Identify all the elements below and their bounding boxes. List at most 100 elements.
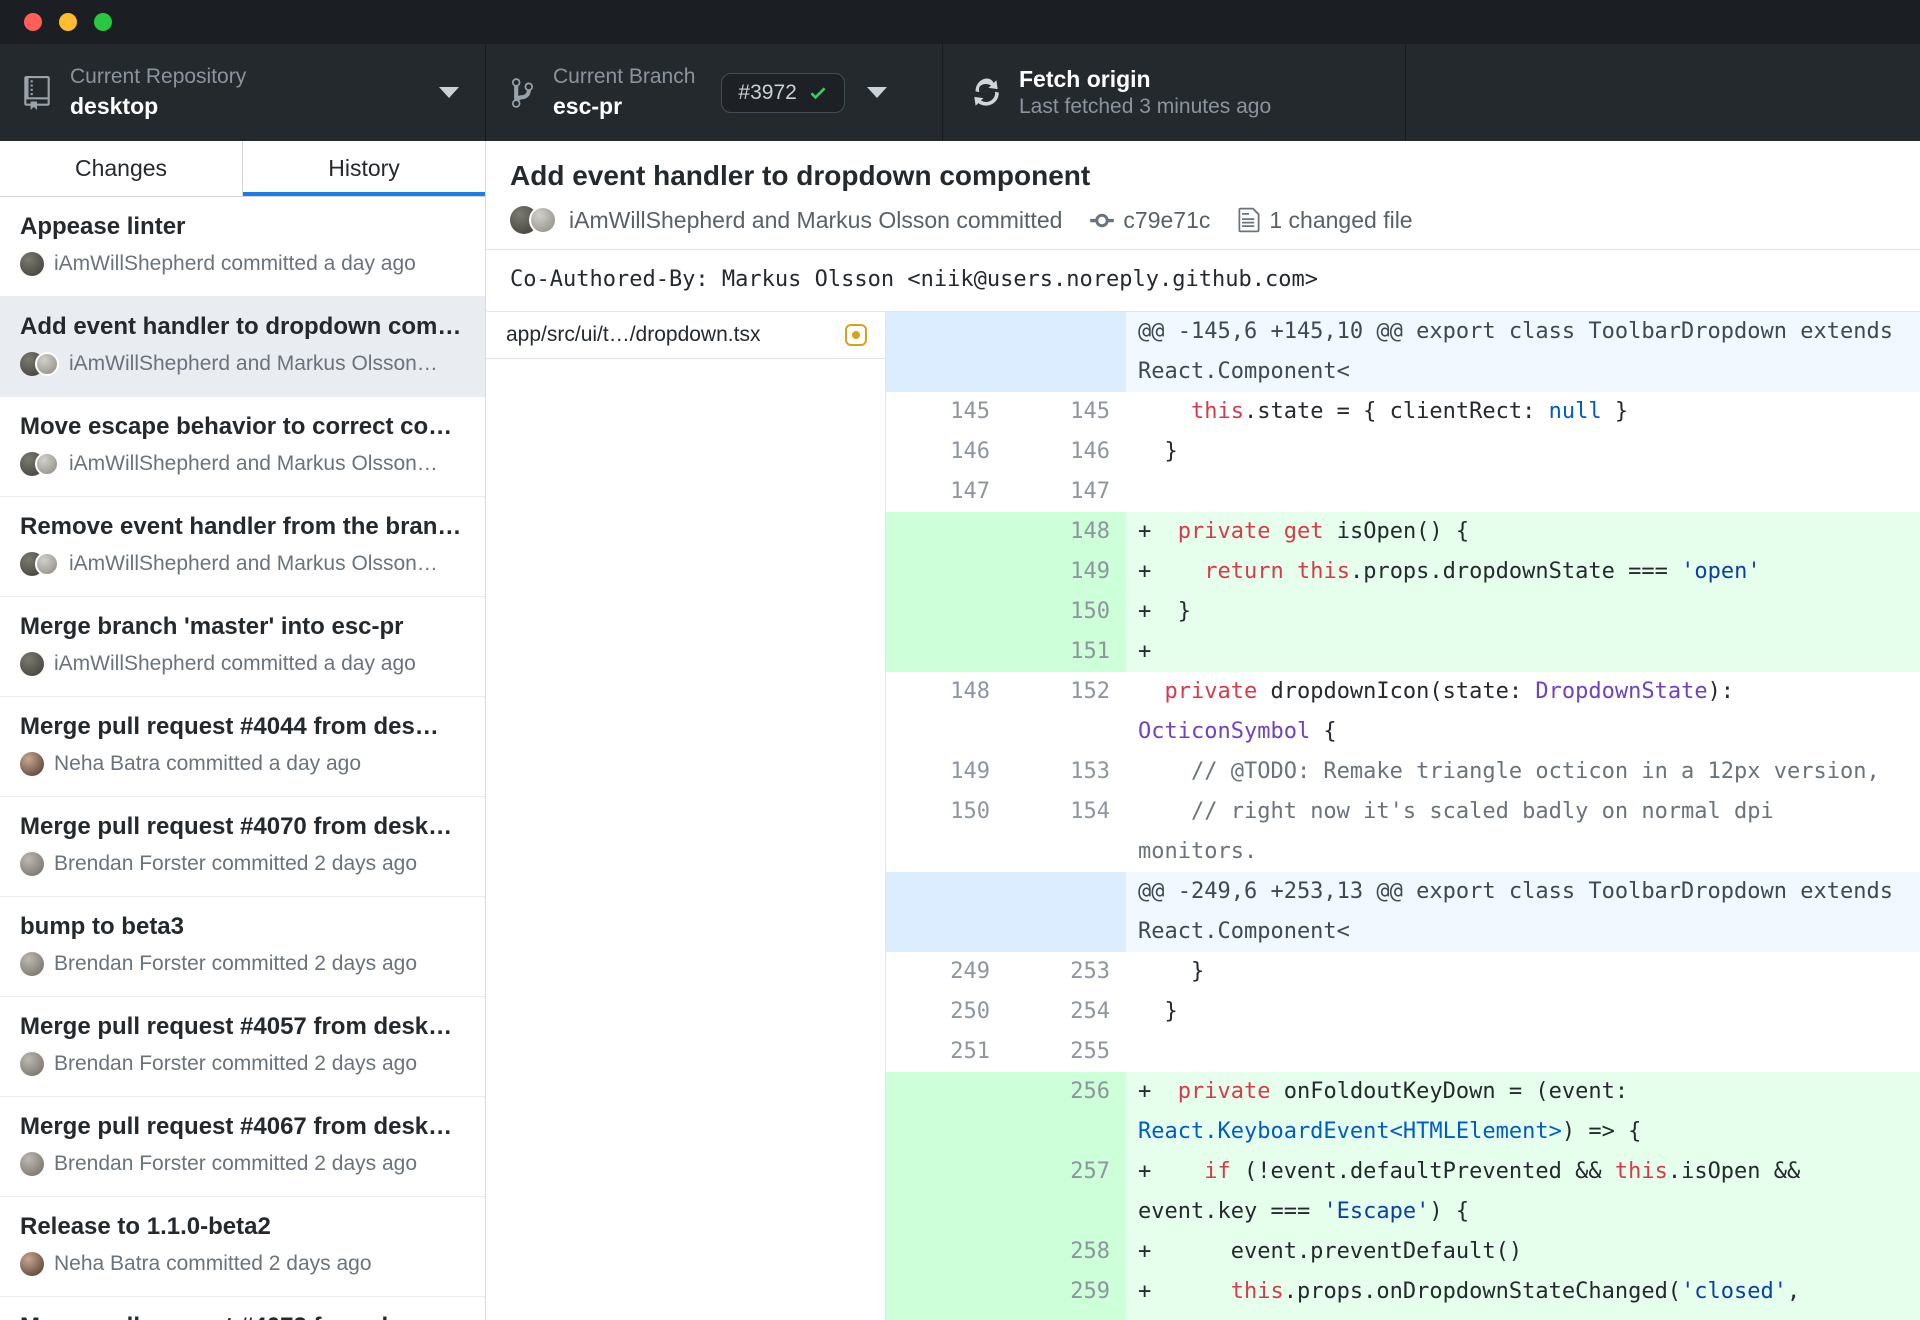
commit-item-meta-text: Neha Batra committed a day ago	[54, 752, 362, 775]
commit-item-meta: iAmWillShepherd committed a day ago	[20, 652, 465, 676]
diff-line-row: 256 + private onFoldoutKeyDown = (event: …	[886, 1072, 1920, 1152]
avatar	[35, 452, 59, 476]
diff-code-line: + return this.props.dropdownState === 'o…	[1138, 559, 1761, 584]
tab-changes[interactable]: Changes	[0, 141, 243, 196]
new-line-number: 154	[1070, 799, 1110, 824]
new-line-number: 259	[1006, 1272, 1126, 1320]
fetch-subtitle: Last fetched 3 minutes ago	[1019, 95, 1272, 118]
avatar	[20, 1152, 44, 1176]
commit-item-meta: Brendan Forster committed 2 days ago	[20, 852, 465, 876]
commit-list-item[interactable]: Release to 1.1.0-beta2 Neha Batra commit…	[0, 1197, 485, 1297]
new-line-number	[1006, 312, 1126, 392]
diff-code-line: // right now it's scaled badly on normal…	[1138, 799, 1788, 864]
commit-list-item[interactable]: Appease linter iAmWillShepherd committed…	[0, 197, 485, 297]
commit-item-title: bump to beta3	[20, 913, 185, 940]
old-line-number: 150	[950, 799, 990, 824]
commit-list-item[interactable]: Merge pull request #4044 from des… Neha …	[0, 697, 485, 797]
new-line-number: 255	[1070, 1039, 1110, 1064]
commit-item-avatars	[20, 352, 59, 376]
commit-list-item[interactable]: Remove event handler from the bran… iAmW…	[0, 497, 485, 597]
diff-line-row: 257 + if (!event.defaultPrevented && this…	[886, 1152, 1920, 1232]
minimize-button[interactable]	[59, 13, 77, 31]
diff-code-line: + }	[1138, 599, 1191, 624]
commit-item-meta-text: iAmWillShepherd and Markus Olsson…	[69, 452, 438, 475]
zoom-button[interactable]	[94, 13, 112, 31]
commit-item-title: Merge pull request #4067 from desk…	[20, 1113, 453, 1140]
diff-line-row: 151 +	[886, 632, 1920, 672]
old-line-number	[886, 552, 1006, 592]
diff-code-line: this.state = { clientRect: null }	[1190, 399, 1629, 424]
changed-file-icon	[1238, 207, 1260, 233]
old-line-number: 149	[950, 759, 990, 784]
avatar	[20, 852, 44, 876]
git-commit-icon	[1090, 213, 1115, 227]
avatar	[20, 652, 44, 676]
commit-item-meta-text: Brendan Forster committed 2 days ago	[54, 952, 418, 975]
diff-line-row: 149 153 // @TODO: Remake triangle octicon…	[886, 752, 1920, 792]
old-line-number	[886, 312, 1006, 392]
diff-line-row: 149 + return this.props.dropdownState ===…	[886, 552, 1920, 592]
avatar	[20, 752, 44, 776]
old-line-number	[886, 632, 1006, 672]
new-line-number: 151	[1006, 632, 1126, 672]
commit-list-item[interactable]: Move escape behavior to correct co… iAmW…	[0, 397, 485, 497]
diff-line-row: 148 + private get isOpen() {	[886, 512, 1920, 552]
commit-item-title: Merge pull request #4072 from des…	[20, 1313, 465, 1320]
commit-list-item[interactable]: Merge branch 'master' into esc-pr iAmWil…	[0, 597, 485, 697]
commit-item-meta-text: iAmWillShepherd and Markus Olsson…	[69, 552, 438, 575]
commit-item-avatars	[20, 452, 59, 476]
commit-list-item[interactable]: Merge pull request #4067 from desk… Bren…	[0, 1097, 485, 1197]
diff-line-row: 249 253 }	[886, 952, 1920, 992]
chevron-down-icon	[866, 87, 887, 98]
tab-history[interactable]: History	[243, 141, 485, 196]
diff-code-line: }	[1138, 959, 1205, 984]
commit-item-avatars	[20, 752, 44, 776]
repository-dropdown-button[interactable]: Current Repository desktop	[0, 44, 486, 141]
old-line-number	[886, 1232, 1006, 1272]
diff-line-row: 147 147	[886, 472, 1920, 512]
new-line-number: 146	[1070, 439, 1110, 464]
commit-item-meta-text: Neha Batra committed 2 days ago	[54, 1252, 372, 1275]
new-line-number: 254	[1070, 999, 1110, 1024]
toolbar-filler	[1406, 44, 1920, 141]
new-line-number: 257	[1006, 1152, 1126, 1232]
commit-item-avatars	[20, 852, 44, 876]
old-line-number	[886, 592, 1006, 632]
new-line-number: 148	[1006, 512, 1126, 552]
commit-item-meta: Brendan Forster committed 2 days ago	[20, 1052, 465, 1076]
diff-line-row: 148 152 private dropdownIcon(state: Dropd…	[886, 672, 1920, 752]
sync-icon	[973, 76, 999, 110]
commit-list-item[interactable]: bump to beta3 Brendan Forster committed …	[0, 897, 485, 997]
commit-item-avatars	[20, 652, 44, 676]
commit-item-meta-text: Brendan Forster committed 2 days ago	[54, 852, 418, 875]
toolbar: Current Repository desktop Current Branc…	[0, 44, 1920, 141]
changed-files-count: 1 changed file	[1269, 206, 1413, 233]
commit-list-item[interactable]: Add event handler to dropdown com… iAmWi…	[0, 297, 485, 397]
commit-item-meta: Brendan Forster committed 2 days ago	[20, 1152, 465, 1176]
commit-list-item[interactable]: Merge pull request #4070 from desk… Bren…	[0, 797, 485, 897]
commit-item-avatars	[20, 552, 59, 576]
close-button[interactable]	[24, 13, 42, 31]
file-row[interactable]: app/src/ui/t…/dropdown.tsx	[486, 312, 885, 359]
diff-code-line: + private get isOpen() {	[1138, 519, 1470, 544]
old-line-number: 146	[950, 439, 990, 464]
diff-code-line: private dropdownIcon(state: DropdownStat…	[1138, 679, 1748, 744]
diff-code-line: }	[1138, 999, 1178, 1024]
pr-status-badge[interactable]: #3972	[721, 72, 845, 113]
commit-item-title: Merge branch 'master' into esc-pr	[20, 613, 404, 640]
diff-line-row: 251 255	[886, 1032, 1920, 1072]
diff-code-line: + event.preventDefault()	[1138, 1239, 1523, 1264]
commit-list-item[interactable]: Merge pull request #4072 from des…	[0, 1297, 485, 1320]
branch-dropdown-button[interactable]: Current Branch esc-pr #3972	[486, 44, 943, 141]
diff-code-line: +	[1138, 639, 1152, 664]
commit-list-item[interactable]: Merge pull request #4057 from desk… Bren…	[0, 997, 485, 1097]
fetch-origin-button[interactable]: Fetch origin Last fetched 3 minutes ago	[943, 44, 1406, 141]
file-path: app/src/ui/t…/dropdown.tsx	[506, 323, 761, 346]
old-line-number	[886, 1072, 1006, 1152]
diff-hunk-row: @@ -145,6 +145,10 @@ export class Toolba…	[886, 312, 1920, 392]
commit-item-meta: iAmWillShepherd committed a day ago	[20, 252, 465, 276]
commit-item-title: Merge pull request #4070 from desk…	[20, 813, 453, 840]
committer-byline: iAmWillShepherd and Markus Olsson commit…	[569, 206, 1063, 233]
avatar	[529, 206, 557, 234]
commit-item-meta-text: Brendan Forster committed 2 days ago	[54, 1052, 418, 1075]
